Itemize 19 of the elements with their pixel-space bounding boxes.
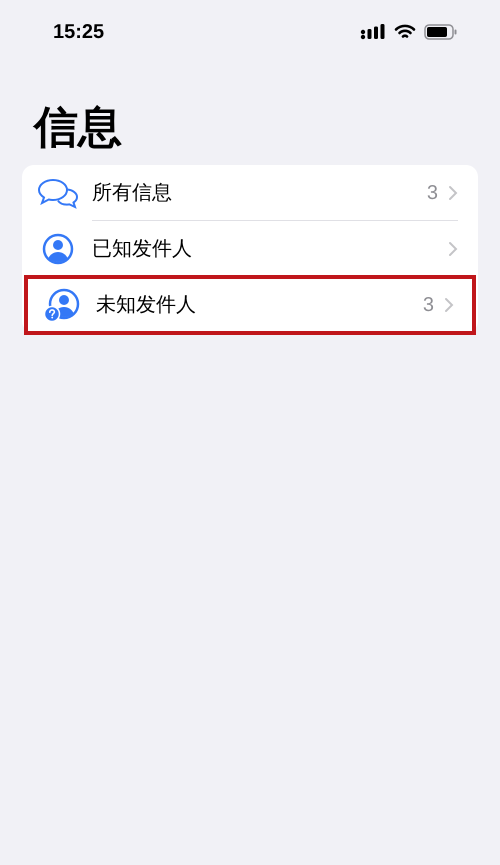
chevron-icon	[448, 240, 458, 256]
mailbox-row[interactable]: 已知发件人	[22, 221, 478, 277]
signal-icon	[360, 24, 386, 40]
count-label: 3	[422, 293, 434, 318]
page-title: 信息	[34, 102, 123, 154]
mailbox-row[interactable]: 所有信息 3	[22, 165, 478, 221]
row-label: 所有信息	[92, 180, 173, 206]
status-time: 15:25	[53, 20, 104, 45]
person-circle-icon	[42, 233, 74, 265]
chevron-icon	[448, 184, 458, 200]
row-label: 未知发件人	[96, 293, 197, 318]
chevron-icon	[444, 297, 454, 313]
chat-bubbles-icon	[37, 177, 79, 209]
count-label: 3	[426, 180, 438, 206]
battery-icon	[424, 24, 458, 40]
person-question-icon	[44, 288, 80, 322]
mailbox-row[interactable]: 未知发件人 3	[26, 277, 474, 333]
wifi-icon	[394, 24, 416, 40]
row-label: 已知发件人	[92, 236, 193, 262]
